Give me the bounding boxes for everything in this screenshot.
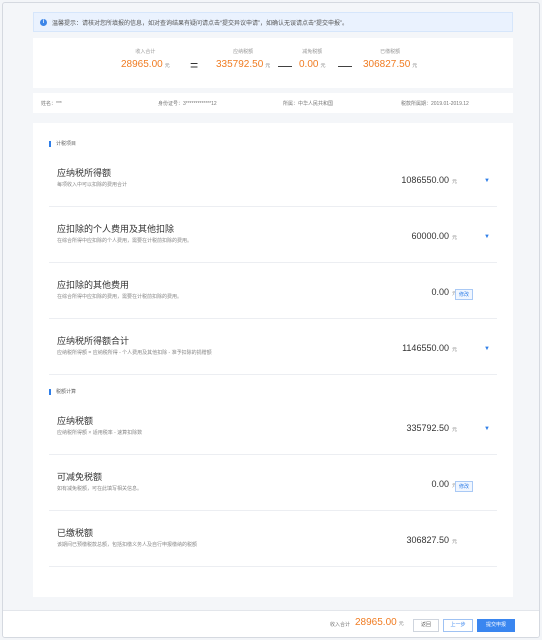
expand-arrow-icon[interactable]: ▼ xyxy=(484,426,490,432)
page-frame: i 温馨提示：请核对您所填报的信息，如对查询结果有疑问请点击“提交异议申请”，如… xyxy=(2,2,540,638)
footer-bar: 收入合计 28965.00 元 返回 上一步 提交申报 xyxy=(3,610,539,637)
footer-total-value: 28965.00 元 xyxy=(355,617,404,628)
taxpayer-region: 所属：中华人民共和国 xyxy=(283,101,334,107)
row-tax-payable: 应纳税额 应纳税所得额 × 适用税率 - 速算扣除数 335792.50 元 ▼ xyxy=(49,399,497,455)
equals-sign: = xyxy=(190,57,199,73)
summary-panel: 收入合计 28965.00 元 = 应纳税额 335792.50 元 — 减免税额 … xyxy=(33,38,513,88)
row-tax-paid: 已缴税额 该期间已预缴税款总额，包括扣缴义务人及自行申报缴纳的税额 306827… xyxy=(49,511,497,567)
tax-period: 税款所属期：2019.01-2019.12 xyxy=(401,101,469,107)
main-content: 计税项目 应纳税所得额 每项收入中可以扣除的费用合计 1086550.00 元 ▼… xyxy=(33,123,513,597)
minus-sign-1: — xyxy=(278,57,292,73)
row-total-taxable-income: 应纳税所得额合计 应纳税所得额 = 应纳税所得 - 个人费用及其他扣除 - 准予… xyxy=(49,319,497,375)
previous-step-button[interactable]: 上一步 xyxy=(443,619,473,632)
notice-text: 温馨提示：请核对您所填报的信息，如对查询结果有疑问请点击“提交异议申请”，如确认… xyxy=(52,20,348,27)
taxpayer-info-bar: 姓名：*** 身份证号：3*************12 所属：中华人民共和国 … xyxy=(33,93,513,113)
row-tax-reduction: 可减免税额 如有减免税额，可在此填写相关信息。 0.00元 修改 xyxy=(49,455,497,511)
summary-payable: 应纳税额 335792.50 元 xyxy=(216,49,271,70)
footer-total-label: 收入合计 xyxy=(330,622,351,628)
edit-button[interactable]: 修改 xyxy=(454,481,473,492)
minus-sign-2: — xyxy=(338,57,352,73)
notice-bar: i 温馨提示：请核对您所填报的信息，如对查询结果有疑问请点击“提交异议申请”，如… xyxy=(33,12,513,32)
taxpayer-id: 身份证号：3*************12 xyxy=(158,101,217,107)
back-button[interactable]: 返回 xyxy=(413,619,439,632)
row-personal-deductions: 应扣除的个人费用及其他扣除 在综合所得中应扣除的个人费用，需要在计税前扣除的费用… xyxy=(49,207,497,263)
expand-arrow-icon[interactable]: ▼ xyxy=(484,346,490,352)
expand-arrow-icon[interactable]: ▼ xyxy=(484,178,490,184)
row-taxable-income: 应纳税所得额 每项收入中可以扣除的费用合计 1086550.00 元 ▼ xyxy=(49,151,497,207)
expand-arrow-icon[interactable]: ▼ xyxy=(484,234,490,240)
section-title-tax: 税额计算 xyxy=(49,389,76,395)
row-other-deductions: 应扣除的其他费用 在综合所得中应扣除的费用，需要在计税前扣除的费用。 0.00元… xyxy=(49,263,497,319)
edit-button[interactable]: 修改 xyxy=(454,289,473,300)
summary-income: 收入合计 28965.00 元 xyxy=(121,49,170,70)
summary-paid: 已缴税额 306827.50 元 xyxy=(363,49,418,70)
info-icon: i xyxy=(40,18,47,26)
section-title-income: 计税项目 xyxy=(49,141,76,147)
taxpayer-name: 姓名：*** xyxy=(41,101,62,107)
summary-reduction: 减免税额 0.00 元 xyxy=(299,49,326,70)
submit-declaration-button[interactable]: 提交申报 xyxy=(477,619,515,632)
